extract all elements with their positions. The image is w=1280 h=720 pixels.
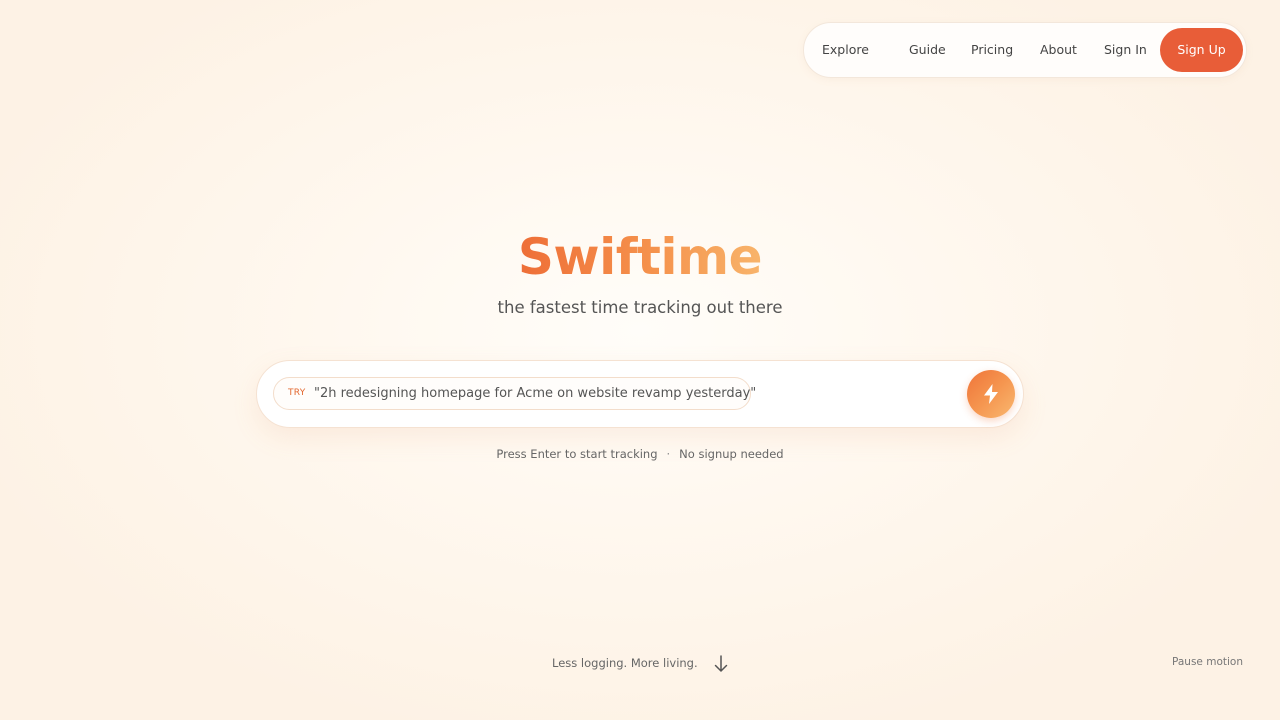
tagline: the fastest time tracking out there xyxy=(497,298,783,317)
footer-slogan: Less logging. More living. xyxy=(552,656,698,670)
brand-title-text: Swiftime xyxy=(517,228,763,286)
no-signup-hint: No signup needed xyxy=(679,447,784,461)
nav-guide-link[interactable]: Guide xyxy=(909,23,946,77)
top-nav: Explore Guide Pricing About Sign In Sign… xyxy=(803,22,1247,78)
hint-row: Press Enter to start tracking · No signup … xyxy=(0,447,1280,461)
sign-up-button[interactable]: Sign Up xyxy=(1160,28,1243,72)
nav-pricing-link[interactable]: Pricing xyxy=(971,23,1013,77)
start-tracking-button[interactable] xyxy=(967,370,1015,418)
example-suggestion-chip[interactable]: TRY "2h redesigning homepage for Acme on… xyxy=(273,377,756,410)
example-entry-text: "2h redesigning homepage for Acme on web… xyxy=(314,386,757,401)
pause-motion-button[interactable]: Pause motion xyxy=(1172,656,1243,668)
hint-separator: · xyxy=(666,447,671,461)
sign-in-link[interactable]: Sign In xyxy=(1104,23,1147,77)
arrow-down-icon[interactable] xyxy=(713,654,729,674)
nav-about-link[interactable]: About xyxy=(1040,23,1077,77)
nav-explore-link[interactable]: Explore xyxy=(822,23,869,77)
lightning-bolt-icon xyxy=(984,384,998,404)
enter-hint: Press Enter to start tracking xyxy=(496,447,658,461)
try-badge: TRY xyxy=(288,388,306,398)
brand-title: Swiftime xyxy=(0,228,1280,286)
time-entry-input[interactable]: TRY "2h redesigning homepage for Acme on… xyxy=(256,360,1024,428)
